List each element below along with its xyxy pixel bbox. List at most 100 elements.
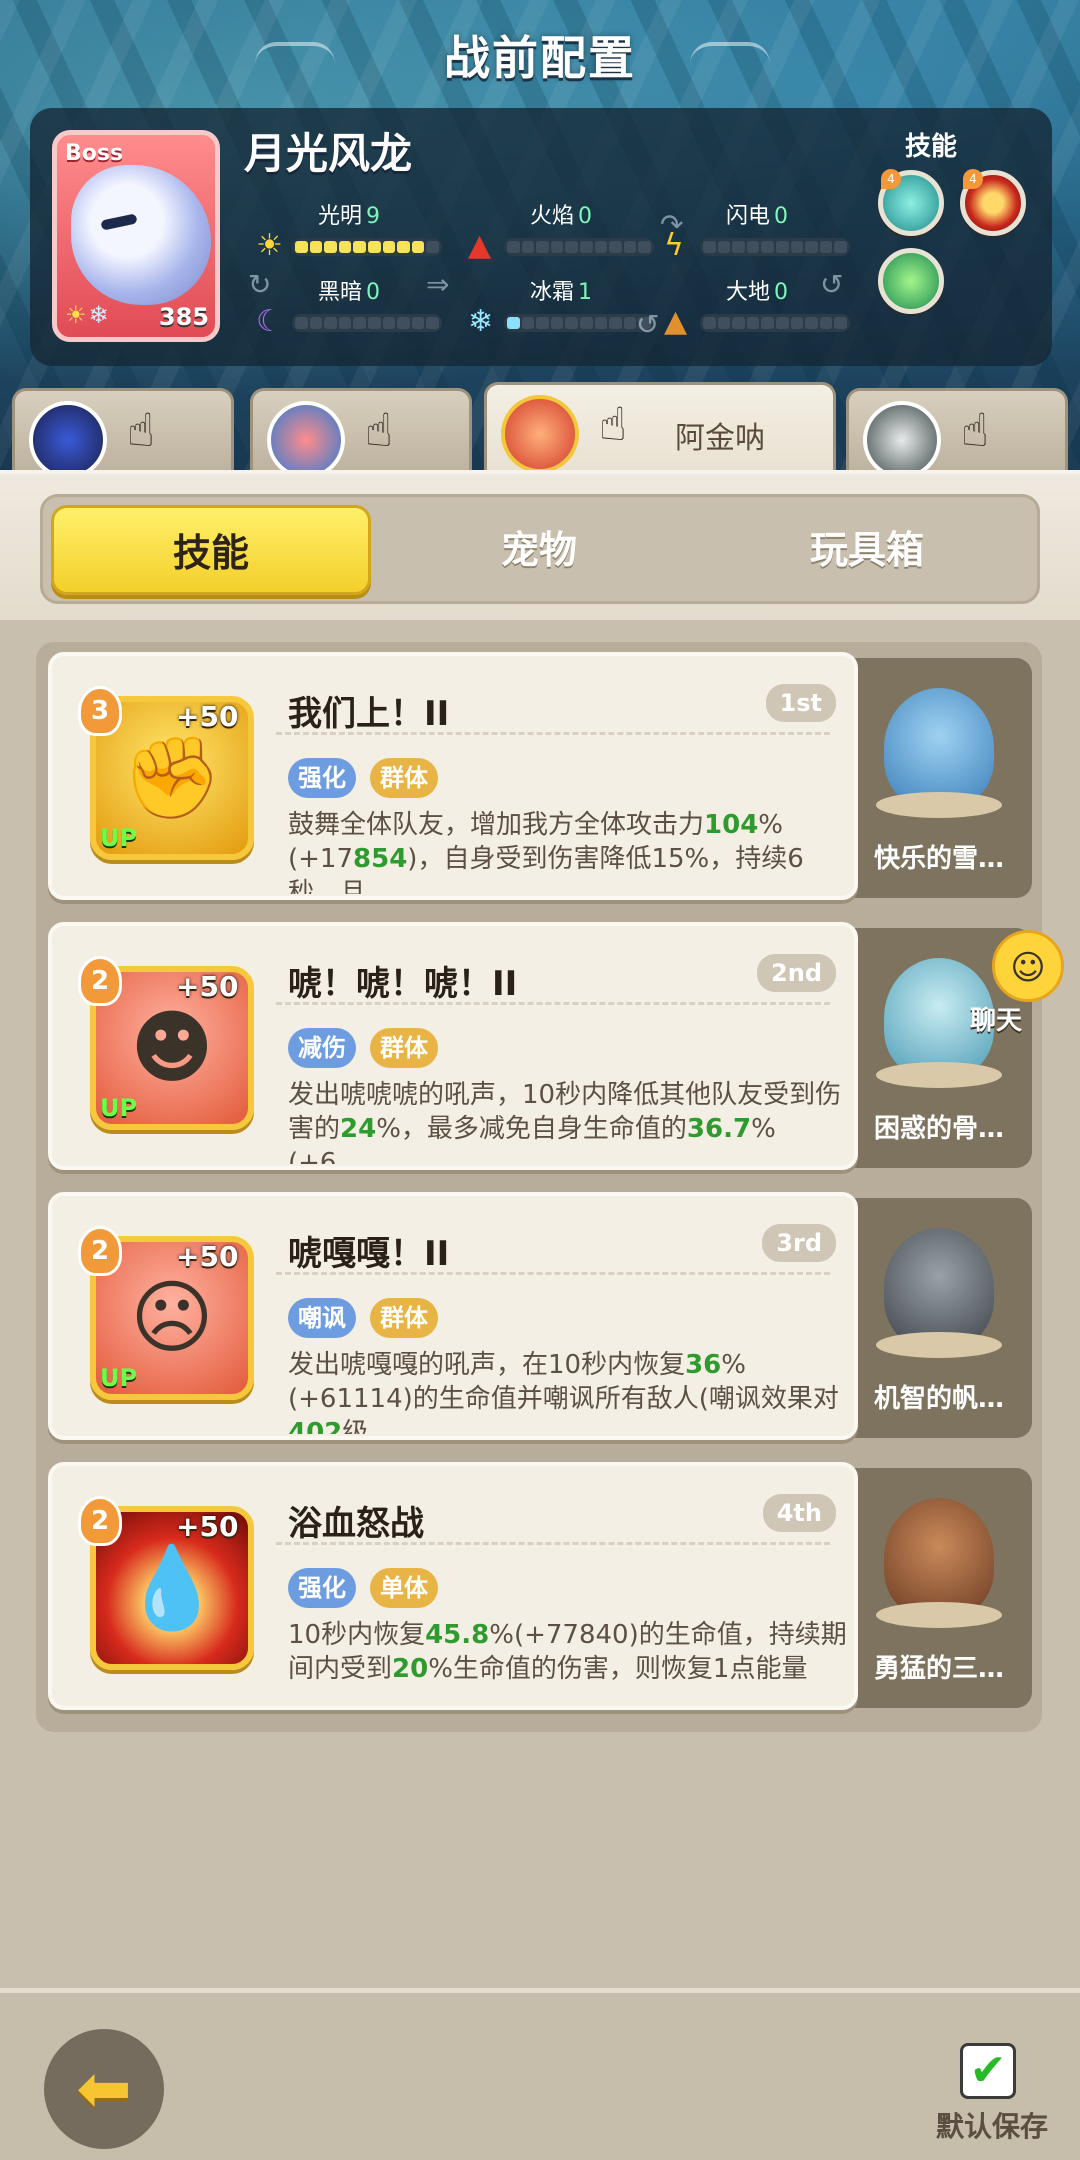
pet-slot[interactable]: 勇猛的三…	[846, 1468, 1032, 1708]
element-light: 光明 9 ☀	[248, 198, 448, 268]
element-name: 光明	[318, 204, 363, 229]
pet-name: 机智的帆…	[873, 1384, 1004, 1414]
skill-card[interactable]: ☹ 2 +50 UP 唬嘎嘎！II 3rd 嘲讽 群体 发出唬嘎嘎的吼声，在10…	[48, 1192, 858, 1440]
skill-name: 浴血怒战	[288, 1504, 424, 1544]
element-value: 9	[366, 204, 381, 229]
element-bar	[700, 238, 850, 256]
boss-element-icons: ☀❄	[65, 301, 109, 329]
element-earth: 大地 0 ▲	[656, 274, 856, 344]
chat-label: 聊天	[970, 1006, 1023, 1036]
skill-tag: 单体	[370, 1568, 438, 1608]
hero-tab-1[interactable]: ☝	[12, 388, 234, 479]
element-name: 大地	[726, 280, 771, 305]
list-item: 勇猛的三… 💧 2 +50 浴血怒战 4th 强化 单体 10秒内恢复45.8%…	[36, 1452, 1042, 1712]
skill-bonus: +50	[176, 1240, 239, 1273]
checkmark-icon: ✔	[969, 2045, 1007, 2096]
hero-avatar	[863, 401, 941, 479]
triceratops-pet-icon	[884, 1498, 994, 1618]
section-tabs-area: 技能 宠物 玩具箱	[0, 470, 1080, 620]
chat-button[interactable]: ☺ 聊天	[956, 930, 1066, 1040]
skill-card[interactable]: ✊ 3 +50 UP 我们上！II 1st 强化 群体 鼓舞全体队友，增加我方全…	[48, 652, 858, 900]
tab-skills[interactable]: 技能	[51, 505, 371, 595]
boss-portrait[interactable]: Boss ☀❄ 385	[52, 130, 220, 342]
list-item: 机智的帆… ☹ 2 +50 UP 唬嘎嘎！II 3rd 嘲讽 群体 发出唬嘎嘎的…	[36, 1182, 1042, 1442]
list-item: 快乐的雪… ✊ 3 +50 UP 我们上！II 1st 强化 群体 鼓舞全体队友…	[36, 642, 1042, 902]
element-name: 火焰	[530, 204, 575, 229]
hero-tab-4[interactable]: ☝	[846, 388, 1068, 479]
element-ice: 冰霜 1 ❄	[460, 274, 660, 344]
skill-tag: 强化	[288, 758, 356, 798]
skill-tag: 群体	[370, 1028, 438, 1068]
boss-skills-label: 技能	[905, 132, 958, 162]
skill-bonus: +50	[176, 970, 239, 1003]
smiley-chat-icon: ☺	[992, 930, 1064, 1002]
upgrade-tag: UP	[100, 824, 138, 852]
skill-bonus: +50	[176, 1510, 239, 1543]
hero-avatar	[501, 395, 579, 473]
element-bar	[700, 314, 850, 332]
skill-level-badge: 2	[78, 956, 122, 1006]
fire-skill-icon[interactable]: 4	[960, 169, 1026, 236]
boss-level: 385	[158, 303, 209, 331]
default-save-checkbox[interactable]: ✔	[960, 2043, 1016, 2099]
skill-description: 10秒内恢复45.8%(+77840)的生命值，持续期间内受到20%生命值的伤害…	[288, 1620, 847, 1684]
element-lightning: 闪电 0 ϟ	[656, 198, 856, 268]
boss-name: 月光风龙	[244, 129, 413, 178]
element-fire: 火焰 0 ▲	[460, 198, 660, 268]
tap-hand-icon: ☝	[365, 403, 394, 457]
pet-slot[interactable]: 机智的帆…	[846, 1198, 1032, 1438]
moon-icon: ☾	[256, 304, 283, 339]
skill-tag: 嘲讽	[288, 1298, 356, 1338]
upgrade-tag: UP	[100, 1364, 138, 1392]
element-bar	[292, 314, 442, 332]
skill-list: 快乐的雪… ✊ 3 +50 UP 我们上！II 1st 强化 群体 鼓舞全体队友…	[36, 642, 1042, 1732]
skill-level-badge: 2	[78, 1226, 122, 1276]
rank-badge: 4th	[762, 1494, 836, 1532]
boss-tag: Boss	[65, 141, 124, 166]
back-arrow-icon: ⬅	[76, 2050, 132, 2127]
earth-skill-icon[interactable]	[878, 248, 944, 314]
snow-pet-icon	[884, 688, 994, 808]
sail-pet-icon	[884, 1228, 994, 1348]
page-title: 战前配置	[444, 31, 636, 85]
list-item: 困惑的骨… ☻ 2 +50 UP 唬！唬！唬！II 2nd 减伤 群体 发出唬唬…	[36, 912, 1042, 1172]
tap-hand-icon: ☝	[961, 403, 990, 457]
skill-name: 我们上！II	[288, 694, 450, 734]
hero-tab-active[interactable]: ☝ 阿金呐	[484, 382, 836, 476]
back-button[interactable]: ⬅	[44, 2029, 164, 2149]
element-dark: 黑暗 0 ☾	[248, 274, 448, 344]
active-hero-name: 阿金呐	[675, 421, 765, 456]
skill-tag: 强化	[288, 1568, 356, 1608]
skill-level-badge: 2	[78, 1496, 122, 1546]
snowflake-icon: ❄	[468, 304, 494, 339]
skill-card[interactable]: 💧 2 +50 浴血怒战 4th 强化 单体 10秒内恢复45.8%(+7784…	[48, 1462, 858, 1710]
element-name: 冰霜	[530, 280, 575, 305]
mountain-icon: ▲	[664, 304, 688, 339]
tab-pets[interactable]: 宠物	[379, 505, 699, 595]
pet-name: 勇猛的三…	[873, 1654, 1004, 1684]
sun-icon: ☀	[256, 228, 283, 263]
element-value: 0	[774, 204, 789, 229]
hero-tab-2[interactable]: ☝	[250, 388, 472, 479]
skill-bonus: +50	[176, 700, 239, 733]
element-value: 0	[774, 280, 789, 305]
bottom-bar: ⬅ ✔ 默认保存	[0, 1988, 1080, 2160]
cycle-arrow-icon: ⇒	[426, 268, 450, 301]
skill-name: 唬！唬！唬！II	[288, 964, 518, 1004]
tap-hand-icon: ☝	[127, 403, 156, 457]
pet-slot[interactable]: 快乐的雪…	[846, 658, 1032, 898]
dragon-icon	[71, 165, 211, 305]
tornado-skill-icon[interactable]: 4	[878, 169, 944, 236]
rank-badge: 1st	[765, 684, 836, 722]
skill-tag: 群体	[370, 1298, 438, 1338]
tap-hand-icon: ☝	[599, 397, 628, 451]
rank-badge: 2nd	[757, 954, 836, 992]
skill-card[interactable]: ☻ 2 +50 UP 唬！唬！唬！II 2nd 减伤 群体 发出唬唬唬的吼声，1…	[48, 922, 858, 1170]
skill-tag: 群体	[370, 758, 438, 798]
element-bar	[292, 238, 442, 256]
tab-toybox[interactable]: 玩具箱	[707, 505, 1027, 595]
skill-description: 发出唬唬唬的吼声，10秒内降低其他队友受到伤害的24%，最多减免自身生命值的36…	[288, 1080, 842, 1164]
default-save-label: 默认保存	[936, 2110, 1049, 2143]
snowflake-icon: ❄	[88, 301, 109, 329]
element-bar	[504, 314, 654, 332]
